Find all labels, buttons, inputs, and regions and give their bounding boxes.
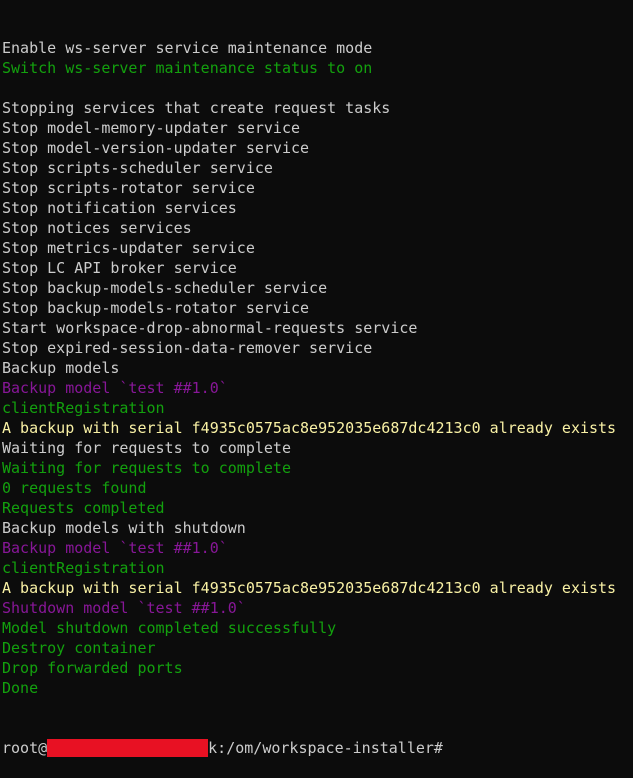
terminal-output: Enable ws-server service maintenance mod… [0, 38, 633, 698]
output-line: Stop scripts-scheduler service [2, 159, 273, 177]
output-line: Backup model `test ##1.0` [2, 379, 228, 397]
output-line: Start workspace-drop-abnormal-requests s… [2, 319, 418, 337]
output-line: Requests completed [2, 499, 165, 517]
output-line: Stop LC API broker service [2, 259, 237, 277]
output-line: Stop scripts-rotator service [2, 179, 255, 197]
output-line: Stop model-version-updater service [2, 139, 310, 157]
output-line: Waiting for requests to complete [2, 459, 291, 477]
output-line: Model shutdown completed successfully [2, 619, 337, 637]
output-line: Enable ws-server service maintenance mod… [2, 39, 373, 57]
terminal-window[interactable]: Enable ws-server service maintenance mod… [0, 0, 633, 757]
output-line: Stop notification services [2, 199, 237, 217]
output-line: Stop model-memory-updater service [2, 119, 301, 137]
output-line: Stop metrics-updater service [2, 239, 255, 257]
prompt-user-prefix: root@ [2, 739, 48, 757]
redacted-hostname [47, 739, 209, 757]
prompt-path: k:/om/workspace-installer# [208, 739, 443, 757]
output-line: Waiting for requests to complete [2, 439, 291, 457]
output-line: Switch ws-server maintenance status to o… [2, 59, 373, 77]
output-line: Stop notices services [2, 219, 192, 237]
output-line: Drop forwarded ports [2, 659, 183, 677]
output-line: Done [2, 679, 39, 697]
output-line: Stopping services that create request ta… [2, 99, 391, 117]
output-line: A backup with serial f4935c0575ac8e95203… [2, 579, 617, 597]
output-line: Shutdown model `test ##1.0` [2, 599, 246, 617]
output-line: 0 requests found [2, 479, 147, 497]
output-line: Stop backup-models-rotator service [2, 299, 310, 317]
output-line: Stop expired-session-data-remover servic… [2, 339, 373, 357]
output-line: Backup models [2, 359, 120, 377]
output-line: A backup with serial f4935c0575ac8e95203… [2, 419, 617, 437]
shell-prompt[interactable]: root@ k:/om/workspace-installer# [0, 738, 633, 758]
output-line: clientRegistration [2, 559, 165, 577]
output-line: Stop backup-models-scheduler service [2, 279, 328, 297]
output-line: Backup models with shutdown [2, 519, 246, 537]
output-line: Backup model `test ##1.0` [2, 539, 228, 557]
output-line: Destroy container [2, 639, 156, 657]
output-line: clientRegistration [2, 399, 165, 417]
